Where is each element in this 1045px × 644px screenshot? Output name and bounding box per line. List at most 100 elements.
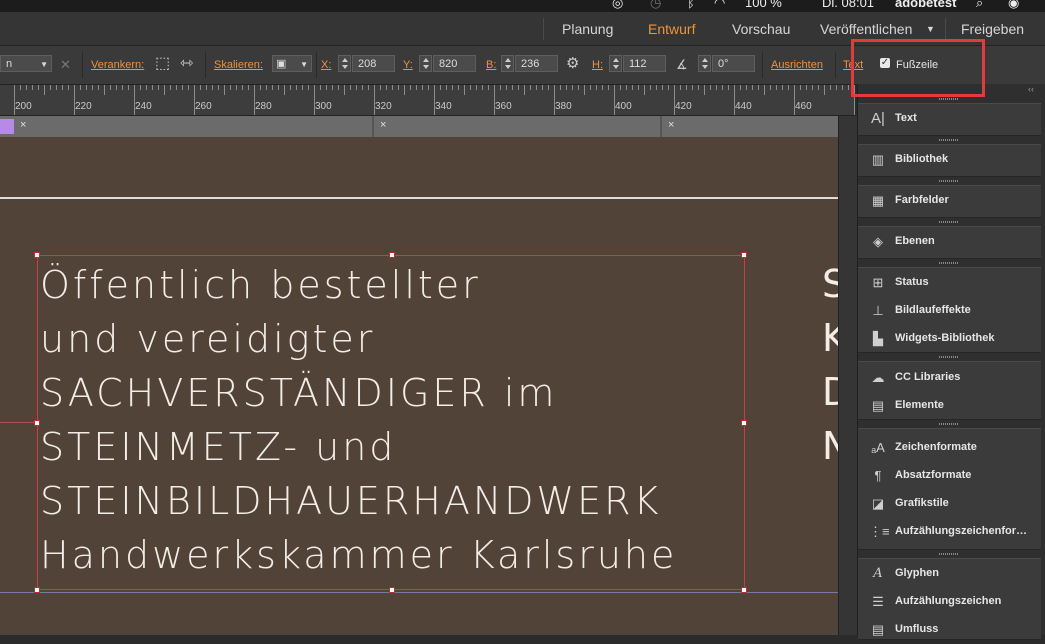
panel-item-bibliothek[interactable]: ▥ Bibliothek (858, 146, 1041, 174)
panel-item-zeichenformate[interactable]: ₐA Zeichenformate (858, 434, 1041, 462)
tab-veroeffentlichen[interactable]: Veröffentlichen (820, 21, 912, 37)
panel-item-glyphen[interactable]: A Glyphen (858, 560, 1041, 588)
spotlight-search-icon[interactable]: ⌕ (976, 0, 983, 11)
resize-handle[interactable] (389, 587, 395, 593)
ruler-tick (620, 85, 621, 90)
resize-handle[interactable] (34, 252, 40, 258)
width-label[interactable]: B: (486, 59, 496, 71)
ruler-number: 240 (135, 101, 152, 112)
ruler-tick (32, 85, 33, 90)
panel-item-text[interactable]: A| Text (858, 105, 1041, 133)
ruler-tick (752, 85, 753, 90)
clock-label[interactable]: Di. 08:01 (822, 0, 874, 10)
group-grip[interactable] (939, 356, 959, 358)
y-stepper[interactable] (419, 55, 432, 72)
time-machine-icon[interactable]: ◷ (650, 0, 661, 11)
y-input[interactable]: 820 (433, 55, 476, 72)
width-input[interactable]: 236 (515, 55, 558, 72)
constrain-proportions-icon[interactable]: ⚙ (566, 56, 579, 71)
wifi-icon[interactable]: ◠ (714, 0, 725, 11)
user-label[interactable]: adobetest (895, 0, 956, 10)
text-wrap-icon: ▤ (871, 622, 885, 637)
ruler-tick (362, 85, 363, 90)
collapse-panel-icon[interactable]: ‹‹ (1028, 84, 1034, 94)
panel-item-ebenen[interactable]: ◈ Ebenen (858, 228, 1041, 256)
panel-item-bildlaufeffekte[interactable]: ⊥ Bildlaufeffekte (858, 297, 1041, 325)
bluetooth-icon[interactable]: ᛒ (687, 0, 695, 10)
resize-handle[interactable] (741, 587, 747, 593)
heading-line: STEINBILDHAUERHANDWERK (40, 479, 662, 523)
tab-freigeben[interactable]: Freigeben (961, 21, 1024, 37)
text-line: D (822, 370, 838, 414)
panel-item-farbfelder[interactable]: ▦ Farbfelder (858, 187, 1041, 215)
close-icon[interactable]: × (380, 119, 386, 131)
ruler-tick (296, 85, 297, 90)
resize-handle[interactable] (34, 587, 40, 593)
panel-group: ⊞ Status ⊥ Bildlaufeffekte ▙ Widgets-Bib… (858, 267, 1041, 353)
resize-handle[interactable] (741, 420, 747, 426)
second-text-frame[interactable]: S K D N (822, 255, 838, 475)
x-input[interactable]: 208 (352, 55, 395, 72)
panel-item-cc-libraries[interactable]: ☁ CC Libraries (858, 364, 1041, 392)
ruler-number: 260 (195, 101, 212, 112)
tab-vorschau[interactable]: Vorschau (732, 21, 790, 37)
ruler-tick (446, 85, 447, 90)
anchor-label[interactable]: Verankern: (91, 59, 144, 71)
scale-label[interactable]: Skalieren: (214, 59, 263, 71)
ruler-tick (608, 85, 609, 90)
vertical-scrollbar[interactable] (838, 116, 857, 635)
group-grip[interactable] (939, 180, 959, 182)
resize-handle[interactable] (34, 420, 40, 426)
x-label[interactable]: X: (321, 59, 331, 71)
group-grip[interactable] (939, 553, 959, 555)
tab-entwurf[interactable]: Entwurf (648, 21, 695, 37)
heading-text[interactable]: Öffentlich bestellter und vereidigter SA… (40, 258, 677, 582)
resize-handle[interactable] (741, 252, 747, 258)
group-grip[interactable] (939, 221, 959, 223)
battery-label[interactable]: 100 % (745, 0, 782, 10)
align-button[interactable]: Ausrichten (771, 59, 823, 71)
panel-item-widgets-bibliothek[interactable]: ▙ Widgets-Bibliothek (858, 325, 1041, 353)
close-icon[interactable]: × (668, 119, 674, 131)
height-input[interactable]: 112 (623, 55, 666, 72)
ruler-tick (596, 85, 597, 90)
ruler-tick (806, 85, 807, 90)
ruler-tick (506, 85, 507, 90)
angle-stepper[interactable] (698, 55, 711, 72)
clear-icon[interactable]: ✕ (60, 58, 71, 71)
panel-item-aufzaehlungszeichen[interactable]: ☰ Aufzählungszeichen (858, 588, 1041, 616)
height-stepper[interactable] (609, 55, 622, 72)
group-grip[interactable] (939, 98, 959, 100)
chevron-down-icon[interactable]: ▼ (926, 24, 935, 34)
style-dropdown[interactable]: n ▼ (0, 55, 52, 72)
close-icon[interactable]: × (20, 119, 26, 131)
panel-item-absatzformate[interactable]: ¶ Absatzformate (858, 462, 1041, 490)
tab-planung[interactable]: Planung (562, 21, 613, 37)
width-stepper[interactable] (501, 55, 514, 72)
ruler-tick (452, 85, 453, 90)
horizontal-ruler[interactable]: 200 220 240 260 280 300 320 340 360 380 … (0, 85, 855, 116)
ruler-tick (86, 85, 87, 90)
ruler-tick (746, 85, 747, 90)
group-grip[interactable] (939, 139, 959, 141)
group-grip[interactable] (939, 423, 959, 425)
y-label[interactable]: Y: (403, 59, 413, 71)
resize-handle[interactable] (389, 252, 395, 258)
group-grip[interactable] (939, 262, 959, 264)
panel-item-label: Status (895, 276, 929, 288)
angle-input[interactable]: 0° (712, 55, 755, 72)
siri-icon[interactable]: ◉ (1008, 0, 1019, 11)
scale-dropdown[interactable]: ▣ ▼ (272, 55, 312, 72)
selected-text-frame[interactable]: Öffentlich bestellter und vereidigter SA… (34, 252, 747, 593)
panel-item-grafikstile[interactable]: ◪ Grafikstile (858, 490, 1041, 518)
x-stepper[interactable] (338, 55, 351, 72)
panel-item-umfluss[interactable]: ▤ Umfluss (858, 616, 1041, 644)
anchor-horizontal-icon[interactable]: ⇿ (180, 56, 193, 72)
height-label[interactable]: H: (592, 59, 603, 71)
panel-item-status[interactable]: ⊞ Status (858, 269, 1041, 297)
creative-cloud-icon[interactable]: ◎ (612, 0, 623, 11)
panel-item-elemente[interactable]: ▤ Elemente (858, 392, 1041, 420)
panel-group: ◈ Ebenen (858, 226, 1041, 259)
panel-item-aufzaehlungszeichenformate[interactable]: ⋮≡ Aufzählungszeichenfor… (858, 518, 1041, 546)
anchor-point-icon[interactable]: ⬚ (155, 56, 170, 72)
